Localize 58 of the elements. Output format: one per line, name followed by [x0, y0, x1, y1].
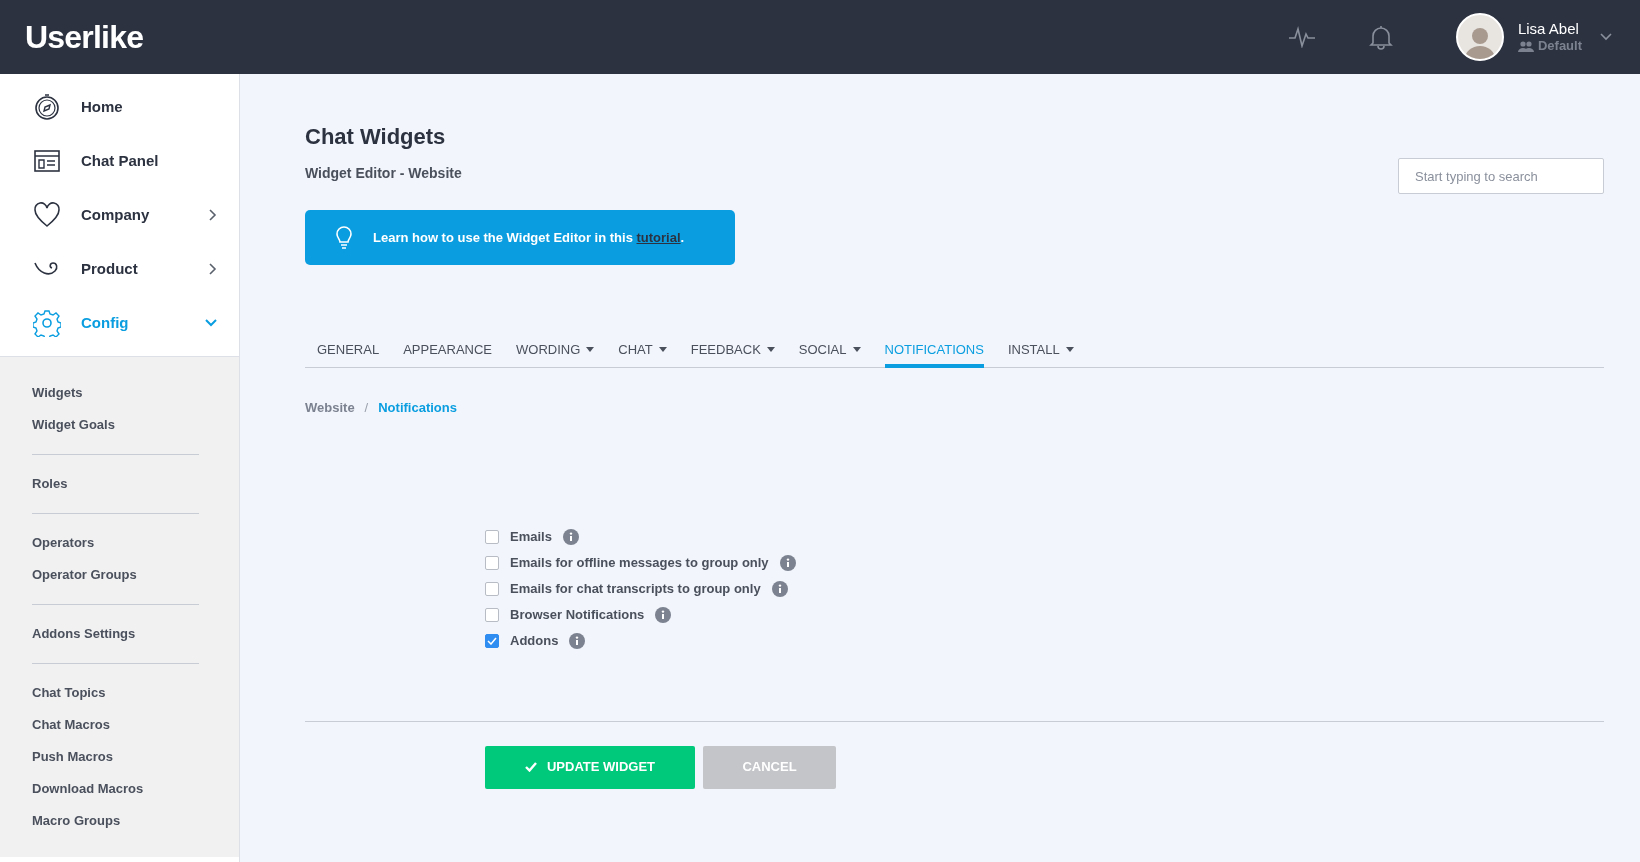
tab[interactable]: FEEDBACK: [690, 335, 775, 368]
checkbox[interactable]: [485, 634, 499, 648]
page-title: Chat Widgets: [305, 123, 447, 151]
info-icon[interactable]: [771, 581, 788, 597]
info-icon[interactable]: [569, 633, 586, 649]
checkbox[interactable]: [485, 608, 499, 622]
sidebar-item[interactable]: Company: [0, 188, 239, 242]
compass-icon: [33, 93, 61, 121]
submenu-link[interactable]: Widget Goals: [32, 415, 115, 435]
activity-icon[interactable]: [1287, 26, 1316, 48]
submenu-link[interactable]: Chat Macros: [32, 715, 111, 735]
heart-icon: [33, 201, 61, 229]
checkbox[interactable]: [485, 582, 499, 596]
checkmark-icon: [524, 762, 537, 772]
bell-icon[interactable]: [1367, 24, 1394, 50]
tab[interactable]: CHAT: [618, 335, 667, 368]
info-icon[interactable]: [655, 607, 672, 623]
sidebar-item[interactable]: Home: [0, 80, 239, 134]
submenu-link[interactable]: Operator Groups: [32, 565, 137, 585]
tab[interactable]: SOCIAL: [798, 335, 861, 368]
checkbox-label[interactable]: Emails: [510, 527, 552, 547]
browser-window-icon: [33, 147, 61, 175]
checkbox-label[interactable]: Addons: [510, 631, 559, 651]
logo[interactable]: Userlike: [25, 13, 144, 61]
submenu-link[interactable]: Roles: [32, 474, 68, 494]
checkbox[interactable]: [485, 530, 499, 544]
search-field[interactable]: Start typing to search: [1398, 158, 1604, 194]
checkbox-label[interactable]: Emails for offline messages to group only: [510, 553, 769, 573]
sidebar-item[interactable]: Product: [0, 242, 239, 296]
info-icon[interactable]: [779, 555, 796, 571]
submenu-link[interactable]: Widgets: [32, 383, 83, 403]
page-subtitle: Widget Editor - Website: [305, 164, 462, 183]
tab[interactable]: APPEARANCE: [403, 335, 492, 368]
user-group: Default: [1537, 38, 1582, 55]
submenu-link[interactable]: Chat Topics: [32, 683, 106, 703]
submenu-link[interactable]: Macro Groups: [32, 811, 121, 831]
lightbulb-icon: [335, 225, 353, 250]
breadcrumb-link[interactable]: Website: [305, 398, 355, 418]
settings-icon: [33, 309, 61, 337]
tab[interactable]: GENERAL: [317, 335, 380, 368]
breadcrumb-separator: /: [364, 399, 369, 417]
tab[interactable]: INSTALL: [1007, 335, 1074, 368]
submenu-link[interactable]: Download Macros: [32, 779, 144, 799]
group-icon: [1517, 40, 1534, 52]
tutorial-link[interactable]: tutorial: [636, 229, 681, 245]
avatar[interactable]: [1455, 13, 1504, 61]
banner-text: Learn how to use the Widget Editor in this tutorial.: [373, 228, 685, 247]
sidebar-item[interactable]: Chat Panel: [0, 134, 239, 188]
tab[interactable]: WORDING: [516, 335, 595, 368]
chevron-down-icon[interactable]: [1600, 33, 1612, 41]
submenu-link[interactable]: Push Macros: [32, 747, 113, 767]
checkbox-label[interactable]: Browser Notifications: [510, 605, 645, 625]
submenu-link[interactable]: Addons Settings: [32, 624, 136, 644]
checkbox-label[interactable]: Emails for chat transcripts to group only: [510, 579, 761, 599]
user-name: Lisa Abel: [1517, 19, 1580, 39]
submenu-link[interactable]: Operators: [32, 533, 95, 553]
checkbox[interactable]: [485, 556, 499, 570]
info-icon[interactable]: [562, 529, 579, 545]
